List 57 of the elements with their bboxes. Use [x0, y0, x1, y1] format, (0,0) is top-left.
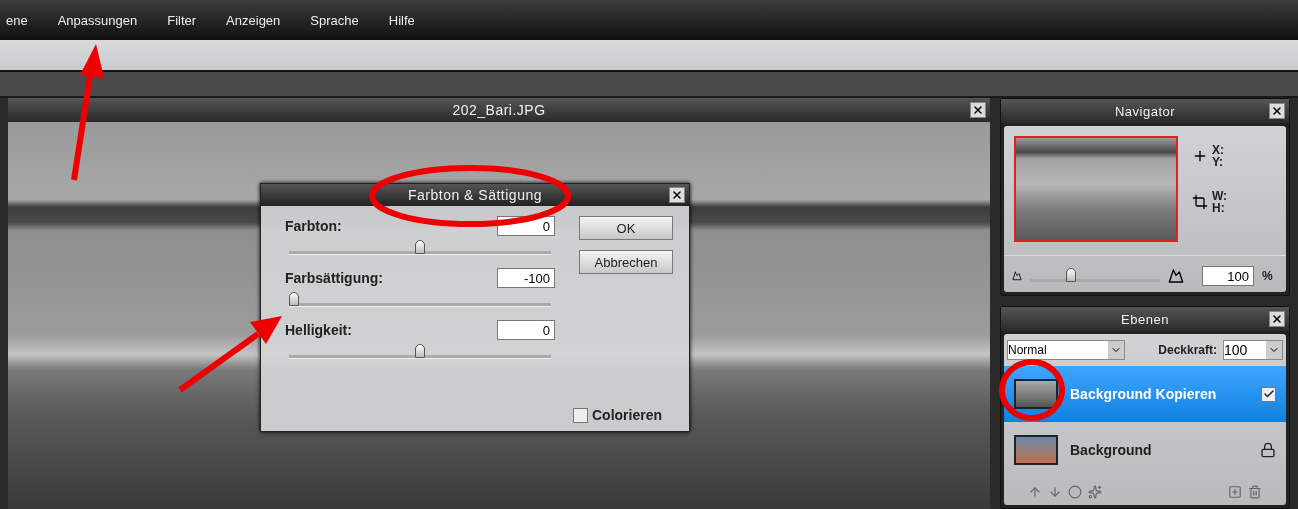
close-button[interactable] — [970, 102, 986, 118]
dialog-button[interactable]: OK — [579, 216, 673, 240]
zoom-field[interactable]: 100 — [1202, 266, 1254, 286]
value-field[interactable]: -100 — [497, 268, 555, 288]
size-label: H: — [1212, 202, 1226, 214]
trash-icon — [1248, 485, 1262, 499]
visibility-checkbox[interactable] — [1261, 386, 1276, 402]
slider-thumb[interactable] — [415, 240, 425, 254]
close-icon — [1271, 313, 1283, 325]
blend-mode-dropdown[interactable]: Normal — [1007, 340, 1125, 360]
close-icon — [972, 104, 984, 116]
sparkle-icon — [1088, 485, 1102, 499]
percent-label: % — [1262, 270, 1273, 282]
menu-item[interactable]: Hilfe — [388, 12, 429, 28]
checkbox-label: Colorieren — [592, 407, 662, 423]
layer-name: Background — [1070, 442, 1153, 458]
slider-thumb[interactable] — [415, 344, 425, 358]
arrow-up-icon — [1028, 485, 1042, 499]
checkmark-icon — [1262, 388, 1275, 400]
close-button[interactable] — [1269, 103, 1285, 119]
layer-name: Background Kopieren — [1070, 386, 1218, 402]
close-icon — [671, 189, 683, 201]
slider-label: Farbsättigung: — [285, 270, 383, 286]
new-layer-icon — [1228, 485, 1242, 499]
opacity-dropdown[interactable]: 100 — [1223, 340, 1283, 360]
menu-item[interactable]: Sprache — [310, 12, 373, 28]
menu-item[interactable]: Filter — [167, 12, 211, 28]
layer-row[interactable]: Background — [1004, 422, 1286, 478]
value-field[interactable]: 0 — [497, 320, 555, 340]
crop-icon — [1192, 194, 1208, 210]
slider-label: Helligkeit: — [285, 322, 352, 338]
dialog-title: Farbton & Sättigung — [408, 187, 542, 203]
close-button[interactable] — [1269, 311, 1285, 327]
checkbox[interactable] — [573, 407, 588, 423]
close-icon — [1271, 105, 1283, 117]
coordinate-label: X: — [1212, 144, 1224, 156]
panel-title: Navigator — [1114, 103, 1176, 119]
opacity-label: Deckkraft: — [1158, 344, 1217, 356]
dialog-button[interactable]: Abbrechen — [579, 250, 673, 274]
arrow-down-icon — [1048, 485, 1062, 499]
menu-item[interactable]: Anzeigen — [226, 12, 295, 28]
annotation-circle — [999, 359, 1065, 421]
document-title: 202_Bari.JPG — [452, 102, 546, 118]
lock-icon — [1260, 442, 1276, 458]
slider-thumb[interactable] — [1066, 268, 1076, 282]
close-button[interactable] — [669, 187, 685, 203]
menu-item[interactable]: ene — [6, 12, 42, 28]
slider-label: Farbton: — [285, 218, 342, 234]
size-label: W: — [1212, 190, 1228, 202]
layer-thumbnail — [1014, 435, 1058, 465]
panel-title: Ebenen — [1121, 311, 1169, 327]
layer-thumbnail — [1014, 379, 1058, 409]
slider-thumb[interactable] — [289, 292, 299, 306]
menu-item[interactable]: Anpassungen — [57, 12, 152, 28]
crosshair-icon — [1192, 148, 1208, 164]
navigator-preview[interactable] — [1014, 136, 1178, 242]
coordinate-label: Y: — [1212, 156, 1224, 168]
